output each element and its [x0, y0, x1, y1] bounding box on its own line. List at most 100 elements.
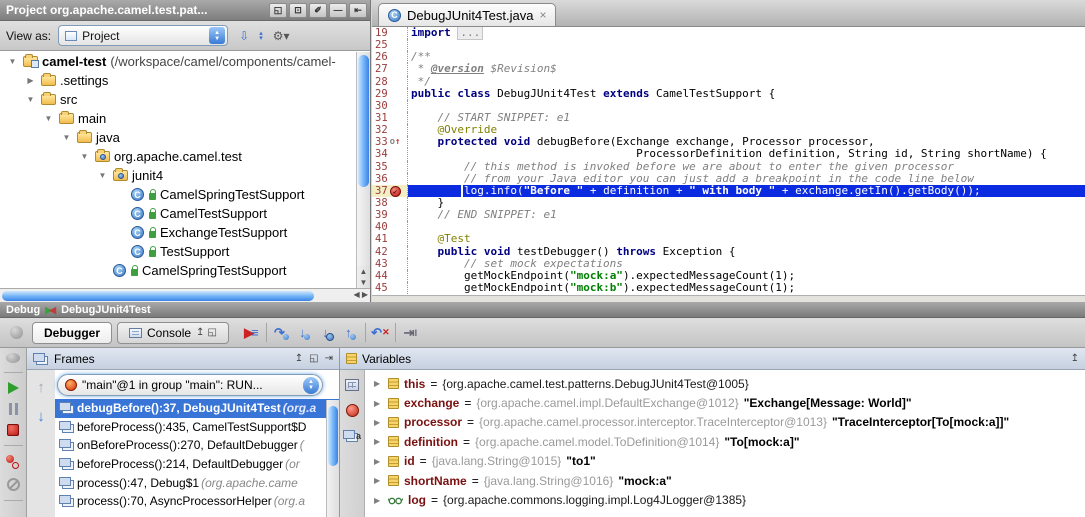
code-line[interactable]: 40: [372, 221, 1085, 233]
stack-frame-row[interactable]: beforeProcess():435, CamelTestSupport$D: [55, 418, 339, 437]
editor-gutter[interactable]: 40: [372, 221, 408, 233]
event-log-icon[interactable]: [6, 353, 20, 363]
variable-row[interactable]: ▶this={org.apache.camel.test.patterns.De…: [365, 374, 1085, 393]
dock-icon[interactable]: ⊡: [289, 3, 307, 18]
editor-gutter[interactable]: 35: [372, 161, 408, 173]
expander-icon[interactable]: ▶: [374, 418, 383, 427]
tree-item[interactable]: CCamelSpringTestSupport: [0, 261, 356, 280]
thread-selector[interactable]: "main"@1 in group "main": RUN... ▲▼: [57, 374, 323, 396]
view-mode-combobox[interactable]: Project ▲▼: [58, 25, 228, 46]
code-area[interactable]: 19import ...2526/**27 * @version $Revisi…: [372, 27, 1085, 295]
pause-icon[interactable]: [9, 403, 18, 415]
editor-gutter[interactable]: 38: [372, 197, 408, 209]
hide-icon[interactable]: ⇤: [349, 3, 367, 18]
mute-breakpoints-icon[interactable]: [7, 478, 20, 491]
expander-icon[interactable]: ▼: [78, 152, 91, 161]
variable-row[interactable]: ▶exchange={org.apache.camel.impl.Default…: [365, 393, 1085, 412]
code-text[interactable]: * @version $Revision$: [408, 63, 1085, 75]
tree-item[interactable]: ▼camel-test (/workspace/camel/components…: [0, 52, 356, 71]
expander-icon[interactable]: ▼: [6, 57, 19, 66]
editor-tab[interactable]: C DebugJUnit4Test.java ×: [378, 3, 556, 26]
frames-scrollbar[interactable]: [326, 400, 339, 517]
editor-gutter[interactable]: 44: [372, 270, 408, 282]
editor-gutter[interactable]: 45: [372, 282, 408, 294]
collapse-all-icon[interactable]: ▴▾: [259, 31, 263, 41]
editor-gutter[interactable]: 29: [372, 88, 408, 100]
editor-gutter[interactable]: 33o↑: [372, 136, 408, 148]
evaluate-expression-icon[interactable]: [345, 379, 359, 391]
tree-item[interactable]: ▼java: [0, 128, 356, 147]
variable-row[interactable]: ▶processor={org.apache.camel.processor.i…: [365, 413, 1085, 432]
settings-icon[interactable]: ⚙▾: [273, 29, 290, 43]
combo-stepper-icon[interactable]: ▲▼: [303, 377, 319, 394]
tree-item[interactable]: ▼org.apache.camel.test: [0, 147, 356, 166]
expander-icon[interactable]: ▶: [374, 476, 383, 485]
editor-gutter[interactable]: 39: [372, 209, 408, 221]
code-text[interactable]: // END SNIPPET: e1: [408, 209, 1085, 221]
resume-icon[interactable]: [8, 382, 19, 394]
watches-icon[interactable]: [346, 404, 359, 417]
editor-gutter[interactable]: 28: [372, 76, 408, 88]
variable-row[interactable]: ▶log={org.apache.commons.logging.impl.Lo…: [365, 490, 1085, 509]
code-line[interactable]: 27 * @version $Revision$: [372, 63, 1085, 75]
debug-titlebar[interactable]: Debug ▶◀ DebugJUnit4Test: [0, 302, 1085, 318]
project-vertical-scrollbar[interactable]: ▲▼: [356, 52, 370, 288]
code-text[interactable]: [408, 39, 1085, 51]
code-text[interactable]: import ...: [408, 27, 1085, 39]
editor-horizontal-scrollbar[interactable]: [372, 295, 1085, 302]
float-window-icon[interactable]: ◱: [269, 3, 287, 18]
editor-gutter[interactable]: 32: [372, 124, 408, 136]
code-text[interactable]: [408, 221, 1085, 233]
expander-icon[interactable]: ▶: [374, 379, 383, 388]
code-line[interactable]: 25: [372, 39, 1085, 51]
pin-icon[interactable]: ✐: [309, 3, 327, 18]
project-horizontal-scrollbar[interactable]: ◀ ▶: [0, 288, 370, 302]
expander-icon[interactable]: ▼: [96, 171, 109, 180]
show-execution-point-icon[interactable]: ▶≡: [240, 323, 263, 343]
editor-gutter[interactable]: 41: [372, 233, 408, 245]
code-line[interactable]: 39 // END SNIPPET: e1: [372, 209, 1085, 221]
stop-icon[interactable]: [7, 424, 19, 436]
code-text[interactable]: getMockEndpoint("mock:b").expectedMessag…: [408, 282, 1085, 294]
scrollbar-buttons[interactable]: ▲▼: [357, 266, 370, 288]
debug-settings-icon[interactable]: [5, 326, 27, 339]
editor-gutter[interactable]: 42: [372, 246, 408, 258]
code-line[interactable]: 45 getMockEndpoint("mock:b").expectedMes…: [372, 282, 1085, 294]
pop-frame-icon[interactable]: ↶✕: [369, 323, 392, 343]
variable-row[interactable]: ▶definition={org.apache.camel.model.ToDe…: [365, 432, 1085, 451]
expander-icon[interactable]: ▶: [374, 437, 383, 446]
float-icon[interactable]: ◱: [207, 327, 216, 338]
view-breakpoints-icon[interactable]: [6, 455, 20, 469]
tree-item[interactable]: ▼junit4: [0, 166, 356, 185]
tree-item[interactable]: CCamelSpringTestSupport: [0, 185, 356, 204]
float-icon[interactable]: ◱: [309, 353, 318, 364]
editor-gutter[interactable]: 43: [372, 258, 408, 270]
code-text[interactable]: log.info("Before " + definition + " with…: [408, 185, 1085, 197]
code-text[interactable]: public class DebugJUnit4Test extends Cam…: [408, 88, 1085, 100]
expander-icon[interactable]: ▶: [374, 457, 383, 466]
run-to-cursor-icon[interactable]: ⇥I: [399, 323, 422, 343]
editor-gutter[interactable]: 30: [372, 100, 408, 112]
scroll-from-source-icon[interactable]: ⇩: [239, 29, 249, 43]
code-line[interactable]: 29public class DebugJUnit4Test extends C…: [372, 88, 1085, 100]
editor-gutter[interactable]: 36: [372, 173, 408, 185]
code-line[interactable]: 37✔ log.info("Before " + definition + " …: [372, 185, 1085, 197]
minimize-icon[interactable]: —: [329, 3, 347, 18]
auto-variables-icon[interactable]: a: [343, 430, 361, 442]
breakpoint-icon[interactable]: ✔: [390, 186, 401, 197]
step-over-icon[interactable]: ↷: [270, 323, 293, 343]
expander-icon[interactable]: ▶: [374, 399, 383, 408]
restore-icon[interactable]: ↥: [1071, 353, 1079, 364]
editor-gutter[interactable]: 37✔: [372, 185, 408, 197]
expander-icon[interactable]: ▶: [24, 76, 37, 85]
export-icon[interactable]: ↥: [196, 327, 204, 338]
stack-frame-row[interactable]: beforeProcess():214, DefaultDebugger (or: [55, 455, 339, 474]
code-text[interactable]: // START SNIPPET: e1: [408, 112, 1085, 124]
variable-row[interactable]: ▶shortName={java.lang.String@1016}"mock:…: [365, 471, 1085, 490]
tab-debugger[interactable]: Debugger: [32, 322, 112, 344]
scrollbar-buttons[interactable]: ◀ ▶: [353, 290, 368, 299]
dock-right-icon[interactable]: ⇥: [325, 353, 333, 364]
stack-frame-row[interactable]: process():47, Debug$1 (org.apache.came: [55, 473, 339, 492]
project-panel-titlebar[interactable]: Project org.apache.camel.test.pat... ◱⊡✐…: [0, 0, 370, 21]
tree-item[interactable]: CExchangeTestSupport: [0, 223, 356, 242]
